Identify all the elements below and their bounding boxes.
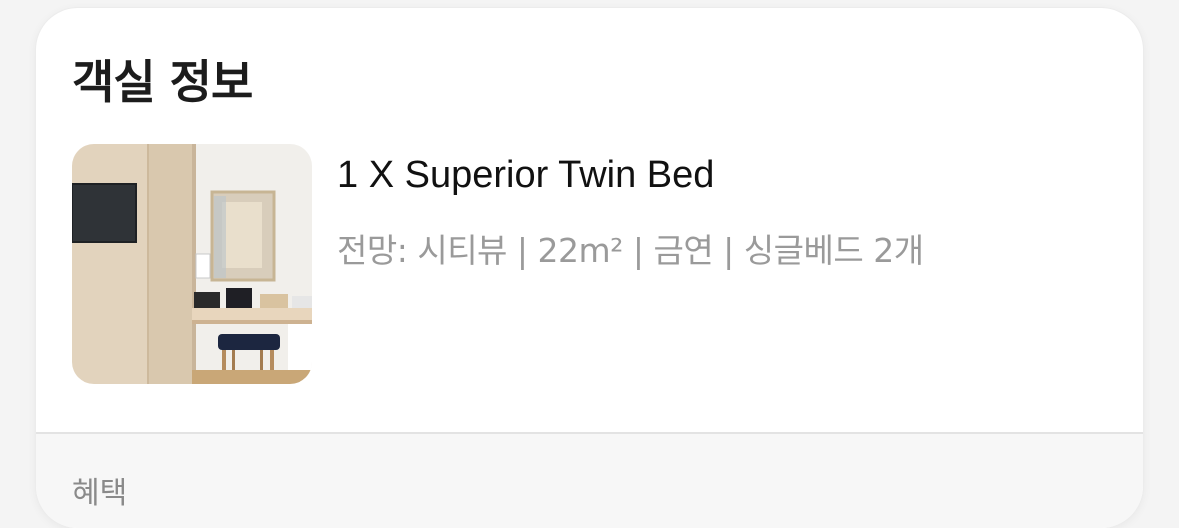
room-info-card: 객실 정보 1 X Superior Twin Bed 전망: 시티뷰 | 22… xyxy=(36,8,1143,528)
room-photo[interactable] xyxy=(72,144,312,384)
benefits-section: 혜택 xyxy=(36,434,1143,528)
room-details: 전망: 시티뷰 | 22m² | 금연 | 싱글베드 2개 xyxy=(337,231,924,270)
benefits-heading: 혜택 xyxy=(72,476,128,511)
room-name: 1 X Superior Twin Bed xyxy=(337,154,715,196)
room-photo-image xyxy=(72,144,312,384)
section-title: 객실 정보 xyxy=(72,55,253,109)
